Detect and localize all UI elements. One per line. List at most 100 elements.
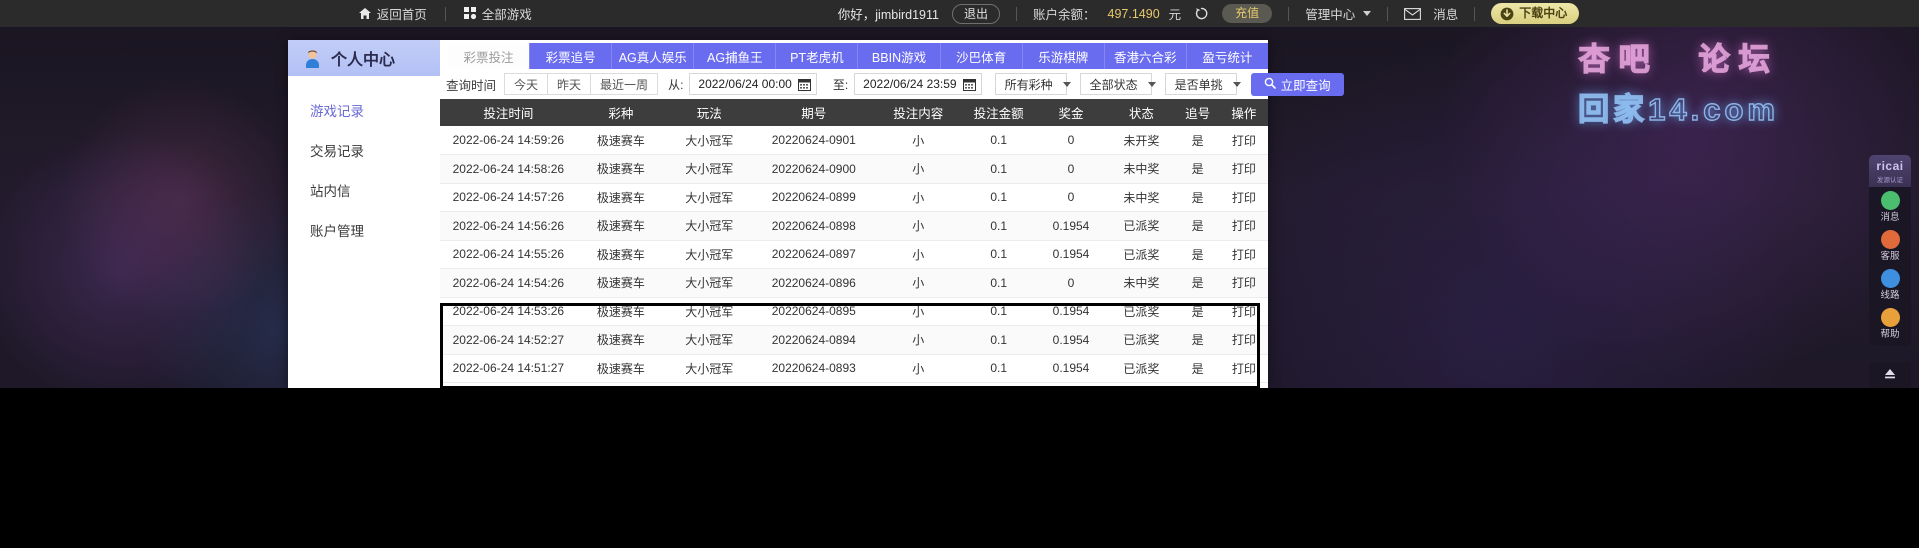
cell-issue-text: 20220624-0901 — [771, 133, 856, 147]
dock-item-list: 消息 客服 线路 帮助 — [1869, 187, 1911, 343]
cell-chase: 是 — [1175, 354, 1220, 383]
cell-game-text: 极速赛车 — [596, 162, 645, 177]
tab-1[interactable]: 彩票追号 — [530, 43, 613, 69]
cell-action-text: 打印 — [1231, 190, 1256, 205]
dock-brand-subtitle: 发源认证 — [1877, 177, 1903, 184]
cell-action[interactable]: 打印 — [1219, 183, 1268, 212]
cell-status: 已派奖 — [1107, 240, 1176, 269]
sidebar-item-1[interactable]: 交易记录 — [288, 130, 440, 170]
tab-6[interactable]: 沙巴体育 — [940, 43, 1023, 69]
cell-game-text: 极速赛车 — [596, 361, 645, 376]
logout-button[interactable]: 退出 — [951, 3, 1000, 24]
cell-action[interactable]: 打印 — [1219, 354, 1268, 383]
cell-game-text: 极速赛车 — [596, 133, 645, 148]
cell-action[interactable]: 打印 — [1219, 268, 1268, 298]
magnifier-icon — [1264, 77, 1276, 92]
column-header-5: 投注金额 — [962, 99, 1035, 126]
tab-9[interactable]: 盈亏统计 — [1186, 43, 1268, 69]
cell-amount-text: 0.1 — [990, 361, 1008, 376]
cell-chase: 是 — [1175, 126, 1220, 155]
tab-label: 彩票追号 — [545, 50, 596, 65]
download-arrow-icon — [1500, 7, 1514, 21]
status-select[interactable]: 全部状态 — [1079, 73, 1156, 95]
refresh-icon[interactable] — [1195, 7, 1208, 20]
cell-content: 小 — [874, 183, 963, 212]
cell-chase-text: 是 — [1191, 333, 1204, 348]
grid-icon — [463, 7, 477, 20]
cell-play-text: 大小冠军 — [685, 361, 734, 376]
tab-4[interactable]: PT老虎机 — [776, 43, 859, 69]
cell-content-text: 小 — [912, 219, 925, 234]
from-label: 从: — [668, 77, 684, 92]
sidebar-item-2[interactable]: 站内信 — [288, 170, 440, 210]
dock-item-1[interactable]: 客服 — [1869, 226, 1911, 265]
messages-link[interactable]: 消息 — [1404, 0, 1458, 27]
cell-time: 2022-06-24 14:54:26 — [440, 268, 577, 298]
back-to-top-button[interactable] — [1869, 362, 1911, 388]
cell-time: 2022-06-24 14:52:27 — [440, 325, 577, 355]
column-header-3: 期号 — [753, 99, 875, 126]
cell-time-text: 2022-06-24 14:57:26 — [452, 190, 565, 205]
home-link[interactable]: 返回首页 — [340, 0, 445, 27]
cell-status-text: 已派奖 — [1123, 219, 1160, 234]
table-row: 2022-06-24 14:52:27 极速赛车 大小冠军 20220624-0894… — [440, 325, 1268, 355]
cell-status-text: 已派奖 — [1123, 333, 1160, 348]
search-button[interactable]: 立即查询 — [1250, 72, 1344, 96]
chase-select[interactable]: 是否单挑 — [1164, 73, 1241, 95]
admin-center-menu[interactable]: 管理中心 — [1305, 0, 1372, 27]
calendar-icon[interactable] — [797, 78, 811, 91]
cell-action[interactable]: 打印 — [1219, 154, 1268, 184]
cell-time: 2022-06-24 14:51:27 — [440, 354, 577, 383]
tab-2[interactable]: AG真人娱乐 — [612, 43, 695, 69]
quick-date-button-2[interactable]: 最近一周 — [591, 74, 658, 94]
tab-5[interactable]: BBIN游戏 — [858, 43, 941, 69]
cell-play-text: 大小冠军 — [685, 304, 734, 319]
cell-status: 未中奖 — [1107, 268, 1176, 298]
cell-action[interactable]: 打印 — [1219, 211, 1268, 241]
lottery-type-select[interactable]: 所有彩种 — [994, 73, 1071, 95]
chat-icon — [1880, 191, 1900, 210]
cell-game-text: 极速赛车 — [596, 333, 645, 348]
cell-chase-text: 是 — [1191, 162, 1204, 177]
quick-date-button-0[interactable]: 今天 — [505, 74, 549, 94]
recharge-button[interactable]: 充值 — [1222, 4, 1273, 23]
table-row: 2022-06-24 14:57:26 极速赛车 大小冠军 20220624-0899… — [440, 183, 1268, 212]
dock-item-2[interactable]: 线路 — [1869, 265, 1911, 304]
cell-time-text: 2022-06-24 14:58:26 — [452, 161, 565, 176]
search-button-label: 立即查询 — [1280, 78, 1331, 93]
download-center-button[interactable]: 下载中心 — [1491, 3, 1580, 24]
dock-item-3[interactable]: 帮助 — [1869, 304, 1911, 343]
cell-issue-text: 20220624-0899 — [771, 190, 856, 205]
cell-action-text: 打印 — [1231, 361, 1256, 376]
column-header-label: 追号 — [1185, 107, 1211, 121]
cell-action[interactable]: 打印 — [1219, 240, 1268, 269]
dock-item-0[interactable]: 消息 — [1869, 187, 1911, 226]
sidebar-item-3[interactable]: 账户管理 — [288, 210, 440, 250]
cell-action[interactable]: 打印 — [1219, 297, 1268, 326]
cell-prize-text: 0.1954 — [1052, 304, 1090, 319]
messages-label: 消息 — [1433, 8, 1459, 22]
quick-date-button-1[interactable]: 昨天 — [548, 74, 592, 94]
tab-7[interactable]: 乐游棋牌 — [1022, 43, 1105, 69]
cell-time-text: 2022-06-24 14:59:26 — [452, 133, 565, 147]
date-from-input[interactable]: 2022/06/24 00:00 — [689, 73, 817, 95]
cell-time-text: 2022-06-24 14:52:27 — [452, 332, 565, 347]
calendar-icon[interactable] — [962, 78, 976, 91]
to-label: 至: — [832, 77, 849, 92]
cell-action-text: 打印 — [1231, 162, 1256, 177]
cell-issue: 20220624-0894 — [753, 325, 875, 355]
cell-action[interactable]: 打印 — [1219, 325, 1268, 355]
sidebar-item-0[interactable]: 游戏记录 — [288, 90, 440, 130]
cell-action-text: 打印 — [1231, 133, 1256, 148]
tab-0[interactable]: 彩票投注 — [448, 43, 531, 69]
cell-prize-text: 0.1954 — [1052, 247, 1090, 262]
all-games-link[interactable]: 全部游戏 — [446, 0, 550, 27]
cell-status: 已派奖 — [1107, 297, 1176, 326]
cell-status-text: 已派奖 — [1123, 361, 1160, 376]
tab-3[interactable]: AG捕鱼王 — [694, 43, 777, 69]
tab-8[interactable]: 香港六合彩 — [1104, 43, 1187, 69]
cell-chase: 是 — [1175, 297, 1220, 326]
cell-prize: 0 — [1034, 154, 1108, 184]
cell-action[interactable]: 打印 — [1219, 126, 1268, 155]
date-to-input[interactable]: 2022/06/24 23:59 — [854, 73, 982, 95]
